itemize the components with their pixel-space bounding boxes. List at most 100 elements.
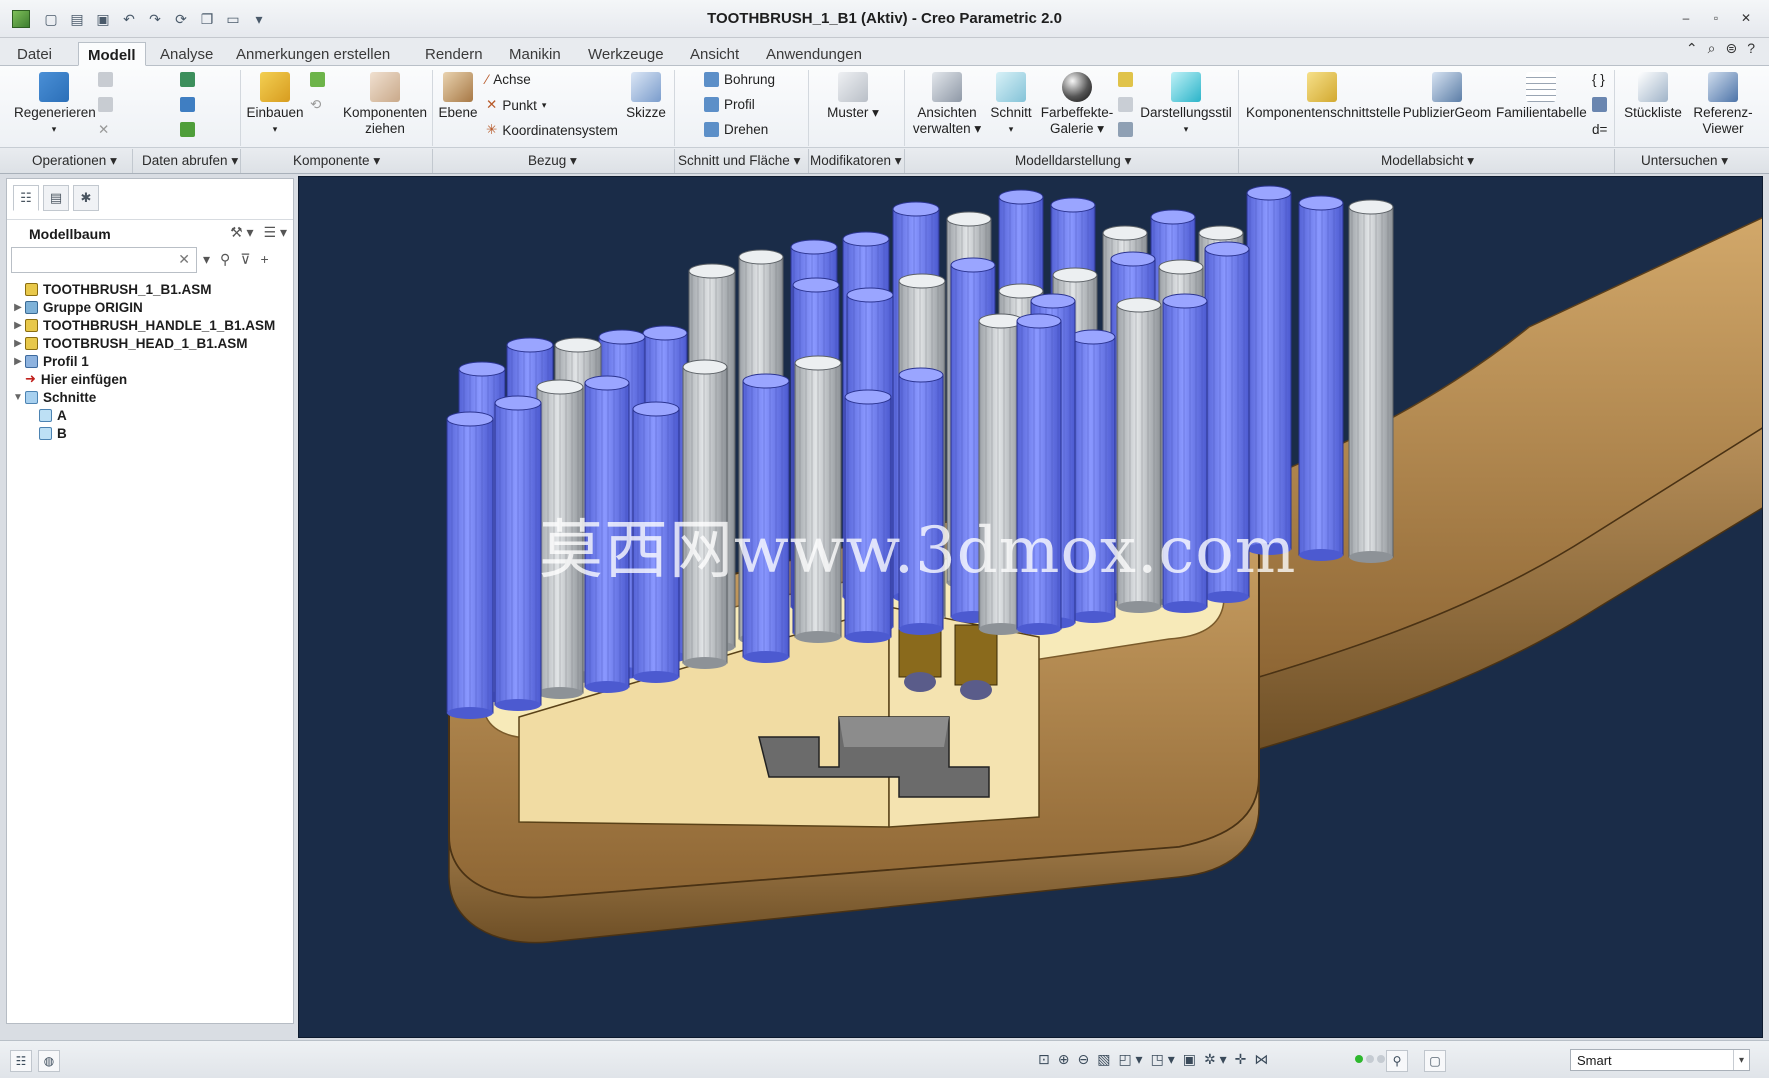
group-komponente[interactable]: Komponente ▾ <box>293 153 380 169</box>
close-icon[interactable]: ✕ <box>1735 8 1757 28</box>
tab-anwendungen[interactable]: Anwendungen <box>757 42 871 66</box>
repaint-icon[interactable]: ▧ <box>1097 1051 1110 1068</box>
zoom-out-icon[interactable]: ⊖ <box>1077 1051 1089 1068</box>
section-dropdown-icon[interactable]: ▾ <box>986 121 1036 137</box>
group-schnitt-flaeche[interactable]: Schnitt und Fläche ▾ <box>678 153 800 169</box>
tree-node-handle[interactable]: ▶ TOOTHBRUSH_HANDLE_1_B1.ASM <box>11 316 291 334</box>
display-style-dropdown-icon[interactable]: ▾ <box>1140 121 1232 137</box>
display-style-toolbar-icon[interactable]: ▣ <box>1183 1051 1196 1068</box>
copy-button[interactable] <box>98 72 113 87</box>
tab-werkzeuge[interactable]: Werkzeuge <box>579 42 673 66</box>
parameters-button[interactable] <box>1592 97 1607 112</box>
switch-dimensions-button[interactable]: d= <box>1592 122 1607 137</box>
revolve-button[interactable]: Drehen <box>704 122 768 137</box>
tab-rendern[interactable]: Rendern <box>416 42 492 66</box>
point-button[interactable]: ✕ Punkt ▾ <box>486 97 546 113</box>
tree-node-sections[interactable]: ▼ Schnitte <box>11 388 291 406</box>
folder-browser-tab-icon[interactable]: ▤ <box>43 185 69 211</box>
create-component-button[interactable] <box>310 72 325 87</box>
maximize-icon[interactable]: ▫ <box>1705 8 1727 28</box>
tab-manikin[interactable]: Manikin <box>500 42 570 66</box>
tab-datei[interactable]: Datei <box>8 42 61 66</box>
sketch-button[interactable]: Skizze <box>622 72 670 121</box>
find-binoculars-icon[interactable]: ⚲ <box>220 251 230 268</box>
expand-icon[interactable]: ▶ <box>11 356 25 367</box>
data-get-3-button[interactable] <box>180 122 195 137</box>
expand-icon[interactable]: ▶ <box>11 338 25 349</box>
tree-node-insert-here[interactable]: ➜ Hier einfügen <box>11 370 291 388</box>
datum-display-icon[interactable]: ✲ ▾ <box>1204 1051 1227 1068</box>
search-icon[interactable]: ⌕ <box>1708 40 1716 57</box>
annotation-display-icon[interactable]: ⋈ <box>1254 1051 1268 1068</box>
plane-button[interactable]: Ebene <box>436 72 480 121</box>
tab-ansicht[interactable]: Ansicht <box>681 42 748 66</box>
display-small-1-button[interactable] <box>1118 72 1133 87</box>
extrude-button[interactable]: Profil <box>704 97 755 112</box>
chevron-down-icon[interactable]: ▾ <box>1733 1050 1749 1070</box>
tree-search-input[interactable] <box>12 248 172 272</box>
tree-settings-icon[interactable]: ⚒ ▾ <box>230 224 253 241</box>
section-button[interactable]: Schnitt ▾ <box>986 72 1036 137</box>
publish-geom-button[interactable]: PublizierGeom <box>1402 72 1492 121</box>
display-small-3-button[interactable] <box>1118 122 1133 137</box>
appearance-gallery-button[interactable]: Farbeffekte- Galerie ▾ <box>1040 72 1114 137</box>
group-operationen[interactable]: Operationen ▾ <box>32 153 117 169</box>
regenerate-button[interactable]: Regenerieren ▾ <box>14 72 96 137</box>
hole-button[interactable]: Bohrung <box>704 72 775 87</box>
component-interface-button[interactable]: Komponentenschnittstelle <box>1246 72 1401 121</box>
tab-anmerkungen[interactable]: Anmerkungen erstellen <box>227 42 399 66</box>
coordinate-system-button[interactable]: ✳ Koordinatensystem <box>486 122 618 138</box>
spin-center-icon[interactable]: ✛ <box>1235 1051 1247 1068</box>
tab-modell[interactable]: Modell <box>78 42 146 66</box>
filter-icon[interactable]: ⊽ <box>240 251 250 268</box>
community-icon[interactable]: ⊜ <box>1725 40 1737 57</box>
selection-box-icon[interactable]: ▢ <box>1424 1050 1446 1072</box>
delete-button[interactable]: ✕ <box>98 122 109 138</box>
add-column-icon[interactable]: + <box>261 251 269 268</box>
axis-button[interactable]: ⁄ Achse <box>486 72 531 87</box>
regenerate-dropdown-icon[interactable]: ▾ <box>14 121 94 137</box>
pattern-button[interactable]: Muster ▾ <box>818 72 888 121</box>
bill-of-materials-button[interactable]: Stückliste <box>1620 72 1686 121</box>
tree-node-section-a[interactable]: A <box>11 406 291 424</box>
group-modifikatoren[interactable]: Modifikatoren ▾ <box>810 153 902 169</box>
paste-button[interactable] <box>98 97 113 112</box>
assemble-dropdown-icon[interactable]: ▾ <box>242 121 308 137</box>
tree-node-section-b[interactable]: B <box>11 424 291 442</box>
group-daten-abrufen[interactable]: Daten abrufen ▾ <box>142 153 238 169</box>
group-modellabsicht[interactable]: Modellabsicht ▾ <box>1381 153 1474 169</box>
reference-viewer-button[interactable]: Referenz- Viewer <box>1688 72 1758 137</box>
family-table-button[interactable]: Familientabelle <box>1496 72 1587 121</box>
clear-search-icon[interactable]: ✕ <box>178 251 190 268</box>
refit-icon[interactable]: ⊡ <box>1038 1051 1050 1068</box>
selection-filter-select[interactable]: Smart ▾ <box>1570 1049 1750 1071</box>
group-bezug[interactable]: Bezug ▾ <box>528 153 577 169</box>
manage-views-button[interactable]: Ansichten verwalten ▾ <box>908 72 986 137</box>
tab-analyse[interactable]: Analyse <box>151 42 222 66</box>
search-dropdown-icon[interactable]: ▾ <box>203 251 210 268</box>
view-orientation-icon[interactable]: ◰ ▾ <box>1118 1051 1142 1068</box>
relations-button[interactable]: { } <box>1592 72 1605 87</box>
tree-show-icon[interactable]: ☰ ▾ <box>264 224 287 241</box>
toggle-navigator-icon[interactable]: ☷ <box>10 1050 32 1072</box>
group-untersuchen[interactable]: Untersuchen ▾ <box>1641 153 1728 169</box>
data-get-1-button[interactable] <box>180 72 195 87</box>
point-dropdown-icon[interactable]: ▾ <box>542 100 547 111</box>
model-tree-tab-icon[interactable]: ☷ <box>13 185 39 211</box>
expand-icon[interactable]: ▶ <box>11 302 25 313</box>
data-get-2-button[interactable] <box>180 97 195 112</box>
tree-node-root[interactable]: TOOTHBRUSH_1_B1.ASM <box>11 280 291 298</box>
favorites-tab-icon[interactable]: ✱ <box>73 185 99 211</box>
minimize-ribbon-icon[interactable]: ⌃ <box>1686 40 1698 57</box>
collapse-icon[interactable]: ▼ <box>11 392 25 403</box>
display-style-button[interactable]: Darstellungsstil ▾ <box>1140 72 1232 137</box>
display-small-2-button[interactable] <box>1118 97 1133 112</box>
saved-views-icon[interactable]: ◳ ▾ <box>1151 1051 1175 1068</box>
assemble-button[interactable]: Einbauen ▾ <box>242 72 308 137</box>
zoom-in-icon[interactable]: ⊕ <box>1058 1051 1070 1068</box>
tree-node-profile[interactable]: ▶ Profil 1 <box>11 352 291 370</box>
expand-icon[interactable]: ▶ <box>11 320 25 331</box>
group-modelldarstellung[interactable]: Modelldarstellung ▾ <box>1015 153 1131 169</box>
graphics-viewport[interactable]: 莫西网www.3dmox.com <box>298 176 1763 1038</box>
tree-node-head[interactable]: ▶ TOOTBRUSH_HEAD_1_B1.ASM <box>11 334 291 352</box>
